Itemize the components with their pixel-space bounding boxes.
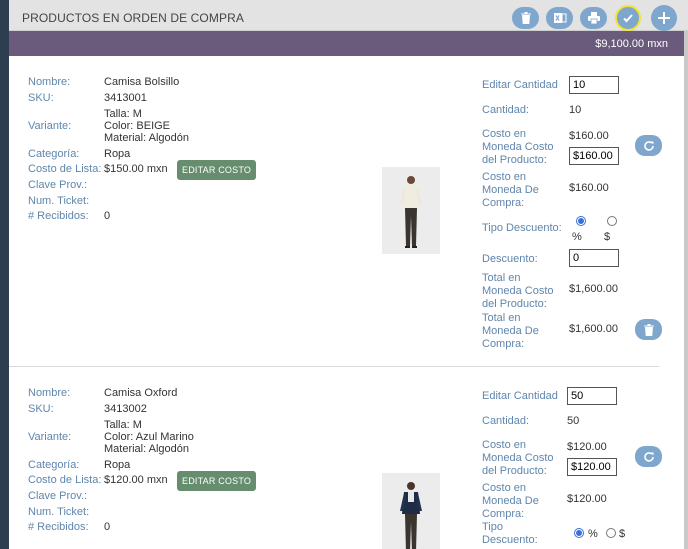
discount-type-amount-radio[interactable]	[606, 528, 616, 538]
percent-label: %	[572, 231, 582, 243]
scrollbar[interactable]	[684, 31, 688, 549]
ticket-number-label: Num. Ticket:	[28, 506, 90, 518]
discount-type-percent-radio[interactable]	[576, 216, 586, 226]
check-icon	[623, 14, 633, 23]
name-label: Nombre:	[28, 76, 71, 88]
edit-quantity-input[interactable]	[569, 76, 619, 94]
edit-quantity-input[interactable]	[567, 387, 617, 405]
edit-quantity-label: Editar Cantidad	[482, 390, 558, 402]
dollar-label: $	[604, 231, 611, 243]
quantity-label: Cantidad:	[482, 415, 530, 427]
page-title: PRODUCTOS EN ORDEN DE COMPRA	[22, 11, 244, 25]
list-cost-label: Costo de Lista:	[28, 474, 102, 486]
discount-type-percent-radio[interactable]	[574, 528, 584, 538]
total-bar: $9,100.00 mxn	[9, 31, 688, 56]
quantity-label: Cantidad:	[482, 104, 530, 116]
name-label: Nombre:	[28, 387, 71, 399]
supplier-key-label: Clave Prov.:	[28, 490, 88, 502]
print-button[interactable]	[580, 7, 607, 29]
discount-type-label: Tipo Descuento:	[482, 222, 562, 234]
printer-icon	[587, 12, 600, 25]
excel-icon	[553, 13, 566, 23]
list-cost-value: $120.00 mxn	[104, 474, 168, 486]
product-category: Ropa	[104, 459, 131, 471]
sku-label: SKU:	[28, 403, 54, 415]
purchase-currency-cost-label: Costo en Moneda De Compra:	[482, 482, 539, 520]
refresh-cost-button[interactable]	[635, 446, 662, 467]
list-cost-value: $150.00 mxn	[104, 163, 168, 175]
total-purchase-currency-value: $1,600.00	[569, 323, 618, 335]
add-product-button[interactable]	[651, 5, 677, 31]
sku-label: SKU:	[28, 92, 54, 104]
product-currency-cost-input[interactable]	[569, 147, 619, 165]
discount-type-label: Tipo Descuento:	[482, 521, 538, 546]
variant-material: Material: Algodón	[104, 443, 189, 455]
discount-label: Descuento:	[482, 253, 538, 265]
product-sku: 3413001	[104, 92, 147, 104]
delete-product-button[interactable]	[635, 319, 662, 340]
total-product-currency-label: Total en Moneda Costo del Producto:	[482, 272, 554, 310]
category-label: Categoría:	[28, 148, 80, 160]
product-image	[382, 167, 440, 254]
product-currency-cost-input[interactable]	[567, 458, 617, 476]
category-label: Categoría:	[28, 459, 80, 471]
purchase-currency-cost-value: $160.00	[569, 182, 609, 194]
refresh-icon	[643, 451, 654, 462]
export-excel-button[interactable]	[546, 7, 573, 29]
product-name: Camisa Oxford	[104, 387, 178, 399]
order-total: $9,100.00 mxn	[595, 38, 668, 50]
edit-cost-button[interactable]: EDITAR COSTO	[177, 471, 257, 491]
refresh-icon	[643, 140, 654, 151]
received-value: 0	[104, 210, 111, 222]
quantity-value: 10	[569, 104, 582, 116]
discount-type-amount-radio[interactable]	[607, 216, 617, 226]
product-currency-cost-label: Costo en Moneda Costo del Producto:	[482, 128, 554, 166]
product-currency-cost-value: $120.00	[567, 441, 607, 453]
purchase-currency-cost-value: $120.00	[567, 493, 607, 505]
trash-icon	[520, 12, 531, 24]
plus-icon	[658, 12, 670, 24]
delete-button[interactable]	[512, 7, 539, 29]
trash-icon	[643, 323, 654, 336]
variant-label: Variante:	[28, 120, 72, 132]
product-currency-cost-label: Costo en Moneda Costo del Producto:	[482, 439, 554, 477]
purchase-order-panel: PRODUCTOS EN ORDEN DE COMPRA $9,100.00 m…	[9, 0, 688, 549]
variant-material: Material: Algodón	[104, 132, 189, 144]
ticket-number-label: Num. Ticket:	[28, 195, 90, 207]
total-purchase-currency-label: Total en Moneda De Compra:	[482, 312, 539, 350]
product-image	[382, 473, 440, 549]
refresh-cost-button[interactable]	[635, 135, 662, 156]
product-name: Camisa Bolsillo	[104, 76, 180, 88]
total-product-currency-value: $1,600.00	[569, 283, 618, 295]
panel-header: PRODUCTOS EN ORDEN DE COMPRA	[9, 0, 688, 31]
product-currency-cost-value: $160.00	[569, 130, 609, 142]
quantity-value: 50	[567, 415, 580, 427]
percent-label: %	[588, 528, 598, 540]
variant-label: Variante:	[28, 431, 72, 443]
edit-quantity-label: Editar Cantidad	[482, 79, 558, 91]
product-separator	[9, 366, 659, 367]
product-category: Ropa	[104, 148, 131, 160]
discount-input[interactable]	[569, 249, 619, 267]
dollar-label: $	[619, 528, 626, 540]
purchase-currency-cost-label: Costo en Moneda De Compra:	[482, 171, 539, 209]
received-label: # Recibidos:	[28, 521, 89, 533]
received-label: # Recibidos:	[28, 210, 89, 222]
edit-cost-button[interactable]: EDITAR COSTO	[177, 160, 257, 180]
confirm-button[interactable]	[615, 5, 641, 31]
list-cost-label: Costo de Lista:	[28, 163, 102, 175]
product-sku: 3413002	[104, 403, 147, 415]
received-value: 0	[104, 521, 111, 533]
supplier-key-label: Clave Prov.:	[28, 179, 88, 191]
